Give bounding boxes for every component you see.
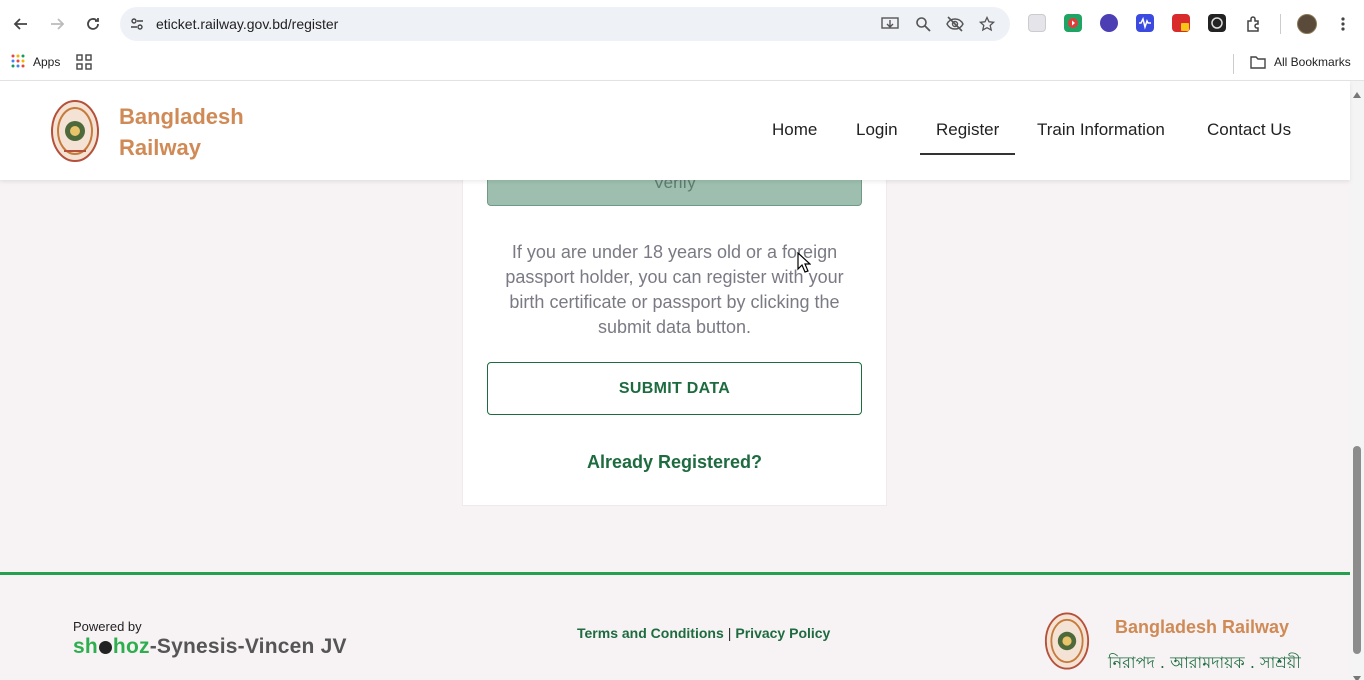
bangladesh-railway-logo[interactable]: [50, 99, 100, 163]
reload-icon[interactable]: [79, 10, 107, 38]
bookmarks-bar: Apps All Bookmarks: [0, 48, 1364, 81]
brand-line-2: Railway: [119, 135, 201, 160]
nav-login[interactable]: Login: [856, 120, 898, 140]
site-settings-icon[interactable]: [127, 14, 147, 34]
vendor-o-icon: [98, 641, 112, 654]
extension-audio-icon[interactable]: [1136, 14, 1154, 32]
nav-home[interactable]: Home: [772, 120, 817, 140]
terms-link[interactable]: Terms and Conditions: [577, 625, 724, 641]
install-app-icon[interactable]: [880, 14, 900, 34]
apps-bookmark[interactable]: Apps: [33, 55, 60, 69]
extension-grid-icon[interactable]: [1028, 14, 1046, 32]
browser-toolbar: eticket.railway.gov.bd/register: [0, 0, 1364, 48]
footer-brand: Bangladesh Railway: [1115, 617, 1290, 637]
forward-icon[interactable]: [43, 10, 71, 38]
url-text[interactable]: eticket.railway.gov.bd/register: [156, 16, 338, 32]
vendor-logo: sh hoz-Synesis-Vincen JV: [73, 635, 347, 659]
browser-menu-icon[interactable]: [1329, 10, 1357, 38]
toolbar-divider: [1280, 14, 1281, 34]
footer-tagline: নিরাপদ . আরামদায়ক . সাশ্রয়ী: [1108, 653, 1301, 672]
all-bookmarks-link[interactable]: All Bookmarks: [1274, 55, 1351, 69]
scrollbar-thumb[interactable]: [1353, 446, 1361, 654]
profile-avatar[interactable]: [1297, 14, 1317, 34]
nav-train-information[interactable]: Train Information: [1037, 120, 1165, 140]
brand-line-1: Bangladesh: [119, 104, 244, 129]
page-scrollbar[interactable]: [1350, 81, 1364, 680]
extension-video-icon[interactable]: [1064, 14, 1082, 32]
bookmark-star-icon[interactable]: [977, 14, 997, 34]
address-bar[interactable]: eticket.railway.gov.bd/register: [120, 7, 1010, 41]
nav-register[interactable]: Register: [936, 120, 999, 140]
tab-groups-icon[interactable]: [76, 54, 92, 75]
vendor-name-part-3: -Synesis-Vincen JV: [149, 635, 347, 658]
extension-red-icon[interactable]: [1172, 14, 1190, 32]
extension-dark-icon[interactable]: [1208, 14, 1226, 32]
site-brand[interactable]: Bangladesh Railway: [119, 101, 244, 163]
active-nav-indicator: [920, 153, 1015, 155]
scroll-down-icon[interactable]: [1353, 669, 1361, 680]
back-icon[interactable]: [7, 10, 35, 38]
footer-links: Terms and Conditions | Privacy Policy: [577, 625, 830, 641]
folder-icon: [1250, 56, 1266, 74]
vendor-name-part-1: sh: [73, 635, 98, 658]
vendor-name-part-2: hoz: [112, 635, 150, 658]
privacy-link[interactable]: Privacy Policy: [735, 625, 830, 641]
nav-contact-us[interactable]: Contact Us: [1207, 120, 1291, 140]
zoom-icon[interactable]: [913, 14, 933, 34]
site-footer: Powered by sh hoz-Synesis-Vincen JV Terms…: [0, 572, 1350, 680]
powered-by-label: Powered by: [73, 619, 142, 634]
apps-grid-icon[interactable]: [11, 54, 25, 73]
mouse-cursor-icon: [797, 251, 812, 274]
extension-w-icon[interactable]: [1100, 14, 1118, 32]
bookmarks-divider: [1233, 54, 1234, 74]
scroll-up-icon[interactable]: [1353, 85, 1361, 103]
footer-link-separator: |: [727, 625, 732, 641]
eye-off-icon[interactable]: [945, 14, 965, 34]
submit-data-button[interactable]: SUBMIT DATA: [487, 362, 862, 415]
already-registered-link[interactable]: Already Registered?: [487, 452, 862, 473]
site-header: Bangladesh Railway Home Login Register T…: [0, 81, 1350, 180]
footer-railway-logo: [1044, 611, 1090, 671]
extensions-puzzle-icon[interactable]: [1240, 10, 1268, 38]
